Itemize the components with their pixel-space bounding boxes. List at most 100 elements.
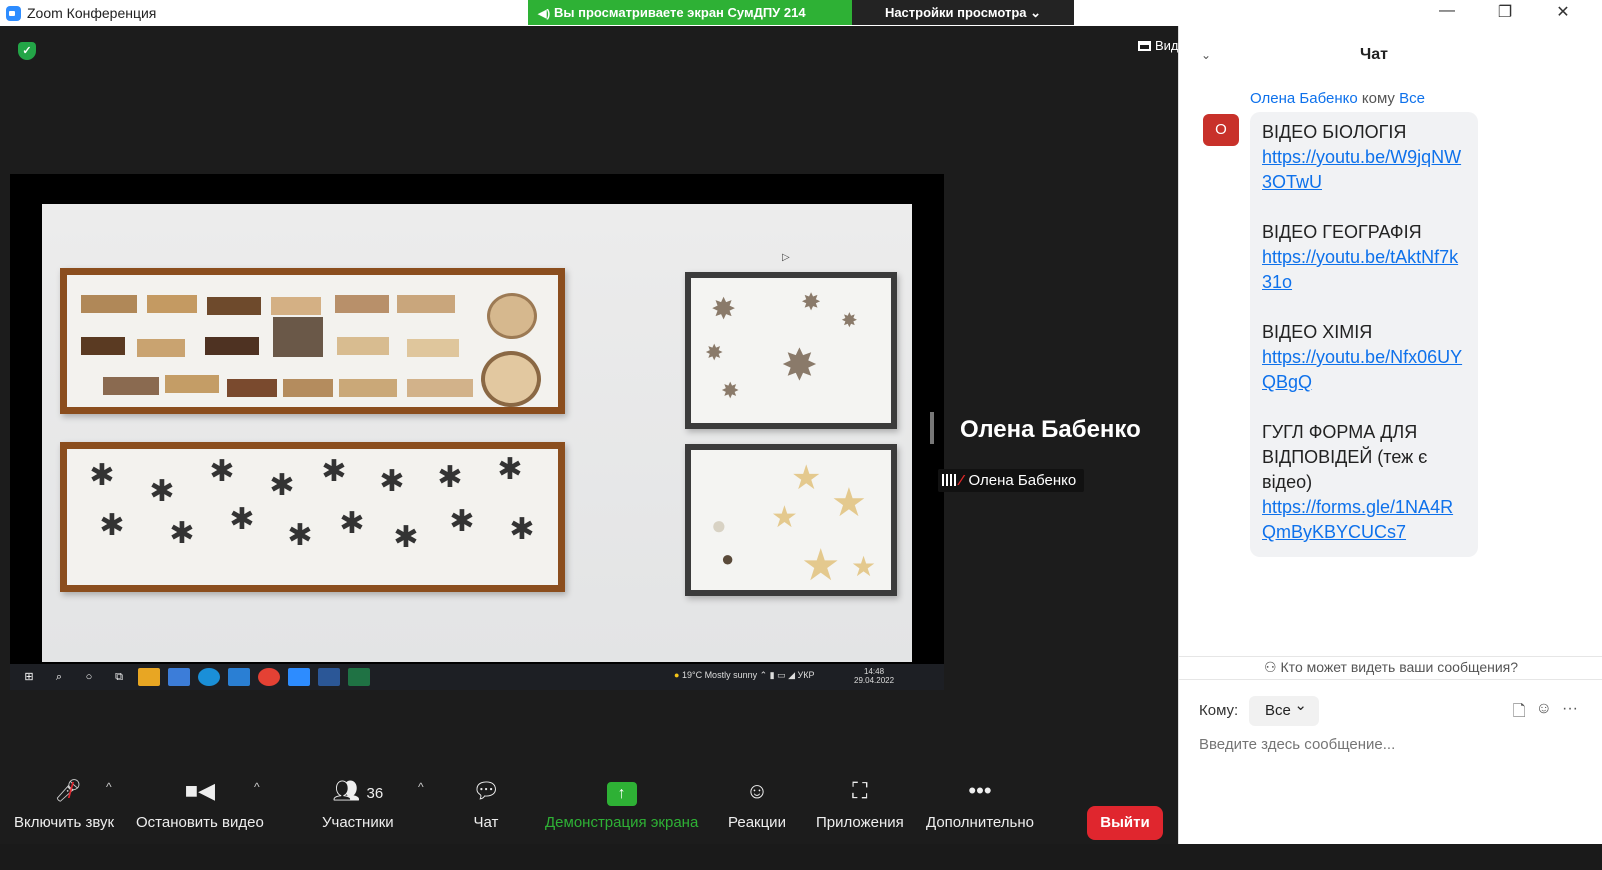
mouse-cursor-icon: ▷ xyxy=(782,252,790,263)
shared-photo-display-cases: ✱ ✱ ✱ ✱ ✱ ✱ ✱ ✱ ✱ ✱ ✱ ✱ ✱ ✱ ✱ ✱ ✸ ✸ ✸ ✸ … xyxy=(42,204,912,662)
signal-strength-icon xyxy=(942,474,956,486)
message-input[interactable] xyxy=(1199,736,1579,753)
leave-button[interactable]: Выйти xyxy=(1087,806,1163,840)
message-text: ВІДЕО ГЕОГРАФІЯ xyxy=(1262,222,1422,242)
zoom-logo-icon xyxy=(6,6,21,21)
avatar: О xyxy=(1203,114,1239,146)
taskbar-cortana-icon: ○ xyxy=(85,671,93,683)
message-to-word: кому xyxy=(1361,90,1395,107)
message-text: ГУГЛ ФОРМА ДЛЯ ВІДПОВІДЕЙ (теж є відео) xyxy=(1262,422,1428,492)
windows-start-icon: ⊞ xyxy=(24,671,34,683)
message-link[interactable]: https://youtu.be/W9jqNW3OTwU xyxy=(1262,145,1466,195)
more-options-icon[interactable]: ··· xyxy=(1562,700,1578,727)
unmute-label: Включить звук xyxy=(14,814,115,831)
audio-options-chevron-icon[interactable]: ^ xyxy=(106,780,112,794)
message-header: Олена Бабенко кому Все xyxy=(1250,90,1425,107)
participants-button[interactable]: 👥︎ 36 Участники xyxy=(322,776,394,831)
window-controls: — ❐ ✕ xyxy=(1418,0,1592,26)
video-options-chevron-icon[interactable]: ^ xyxy=(254,780,260,794)
taskbar-weather: ● 19°C Mostly sunny ⌃ ▮ ▭ ◢ УКР xyxy=(674,670,815,681)
grid-view-icon xyxy=(1138,41,1151,51)
stop-video-button[interactable]: ■◀ Остановить видео xyxy=(136,776,264,831)
taskbar-taskview-icon: ⧉ xyxy=(115,671,123,683)
taskbar-chrome-icon xyxy=(258,668,280,686)
security-shield-icon[interactable]: ✓ xyxy=(18,42,36,60)
meeting-stage: ✓ Вид ✱ ✱ ✱ ✱ ✱ ✱ ✱ ✱ ✱ ✱ ✱ ✱ ✱ ✱ ✱ ✱ ✸ … xyxy=(0,26,1202,844)
message-bubble: ВІДЕО БІОЛОГІЯ https://youtu.be/W9jqNW3OT… xyxy=(1250,112,1478,557)
clock-date: 29.04.2022 xyxy=(854,676,895,685)
chat-label: Чат xyxy=(473,814,499,831)
share-banner-text: Вы просматриваете экран СумДПУ 214 xyxy=(554,5,806,20)
view-button-label: Вид xyxy=(1155,38,1179,53)
participant-name: Олена Бабенко xyxy=(968,472,1077,489)
active-speaker-name: Олена Бабенко xyxy=(960,416,1141,443)
minimize-button[interactable]: — xyxy=(1418,0,1476,26)
message-link[interactable]: https://youtu.be/Nfx06UYQBgQ xyxy=(1262,345,1466,395)
meeting-toolbar: 🎤︎/ Включить звук ^ ■◀ Остановить видео … xyxy=(0,766,1176,870)
message-link[interactable]: https://forms.gle/1NA4RQmByKBYCUCs7 xyxy=(1262,495,1466,545)
taskbar-excel-icon xyxy=(348,668,370,686)
chat-button[interactable]: 💬︎ Чат xyxy=(472,776,500,831)
view-button[interactable]: Вид xyxy=(1138,38,1179,53)
shared-screen: ✱ ✱ ✱ ✱ ✱ ✱ ✱ ✱ ✱ ✱ ✱ ✱ ✱ ✱ ✱ ✱ ✸ ✸ ✸ ✸ … xyxy=(10,174,944,690)
message-recipient[interactable]: Все xyxy=(1399,90,1425,107)
share-screen-label: Демонстрация экрана xyxy=(545,814,699,831)
taskbar-search-icon: ⌕ xyxy=(55,671,63,683)
close-button[interactable]: ✕ xyxy=(1534,0,1592,26)
clock-time: 14:48 xyxy=(864,667,885,676)
apps-button[interactable]: ⛶ Приложения xyxy=(816,776,904,831)
message-text: ВІДЕО ХІМІЯ xyxy=(1262,322,1373,342)
message-block: ГУГЛ ФОРМА ДЛЯ ВІДПОВІДЕЙ (теж є відео) h… xyxy=(1262,420,1466,545)
message-block: ВІДЕО БІОЛОГІЯ https://youtu.be/W9jqNW3OT… xyxy=(1262,120,1466,195)
participant-name-tag: ⁄ Олена Бабенко xyxy=(938,469,1085,492)
taskbar-mail-icon xyxy=(228,668,250,686)
taskbar-zoom-icon xyxy=(288,668,310,686)
starfish-specimens-case: ★ ★ ★ ★ ★ ● ● xyxy=(685,444,897,596)
chat-panel: ⌄ Чат Олена Бабенко кому Все О ВІДЕО БІО… xyxy=(1178,26,1602,844)
message-text: ВІДЕО БІОЛОГІЯ xyxy=(1262,122,1407,142)
more-label: Дополнительно xyxy=(926,814,1034,831)
file-icon[interactable]: 🗋 xyxy=(1513,700,1526,727)
more-button[interactable]: ••• Дополнительно xyxy=(926,776,1034,831)
emoji-icon[interactable]: ☺ xyxy=(1536,700,1552,727)
panel-resize-handle[interactable] xyxy=(930,412,934,444)
message-block: ВІДЕО ХІМІЯ https://youtu.be/Nfx06UYQBgQ xyxy=(1262,320,1466,395)
recipient-select-value: Все xyxy=(1265,702,1291,719)
video-camera-icon: ■◀ xyxy=(184,778,216,803)
participants-count: 36 xyxy=(366,785,384,802)
to-label: Кому: xyxy=(1199,702,1239,719)
share-screen-button[interactable]: ↑ Демонстрация экрана xyxy=(545,776,698,831)
recipient-select[interactable]: Все xyxy=(1249,696,1319,726)
weather-sun-icon: ● xyxy=(674,670,680,680)
shared-windows-taskbar: ⊞ ⌕ ○ ⧉ ● 19°C Mostly sunny ⌃ ▮ ▭ ◢ УКР … xyxy=(10,664,944,690)
taskbar-explorer-icon xyxy=(138,668,160,686)
unmute-button[interactable]: 🎤︎/ Включить звук xyxy=(14,776,114,831)
reactions-button[interactable]: ☺ Реакции xyxy=(728,776,786,831)
person-lock-icon: ⚇ xyxy=(1263,659,1277,675)
spider-specimens-case: ✱ ✱ ✱ ✱ ✱ ✱ ✱ ✱ ✱ ✱ ✱ ✱ ✱ ✱ ✱ ✱ xyxy=(60,442,565,592)
chat-bubble-icon: 💬︎ xyxy=(472,778,500,803)
who-can-see-link[interactable]: ⚇ Кто может видеть ваши сообщения? xyxy=(1179,656,1602,680)
message-link[interactable]: https://youtu.be/tAktNf7k31o xyxy=(1262,245,1466,295)
reactions-smiley-icon: ☺ xyxy=(745,778,769,803)
participants-chevron-icon[interactable]: ^ xyxy=(418,780,424,794)
participants-label: Участники xyxy=(322,814,394,831)
speaker-icon: ◀) xyxy=(538,8,551,20)
reactions-label: Реакции xyxy=(728,814,786,831)
message-block: ВІДЕО ГЕОГРАФІЯ https://youtu.be/tAktNf7k… xyxy=(1262,220,1466,295)
tray-icons: ⌃ ▮ ▭ ◢ УКР xyxy=(759,670,815,680)
taskbar-app-icon xyxy=(318,668,340,686)
screen-share-banner: ◀) Вы просматриваете экран СумДПУ 214 xyxy=(528,0,852,25)
message-sender[interactable]: Олена Бабенко xyxy=(1250,90,1358,107)
restore-button[interactable]: ❐ xyxy=(1476,0,1534,26)
share-screen-icon: ↑ xyxy=(545,776,698,806)
view-options-button[interactable]: Настройки просмотра ⌄ xyxy=(852,0,1074,25)
window-title: Zoom Конференция xyxy=(27,5,157,21)
weather-text: 19°C Mostly sunny xyxy=(681,670,758,680)
apps-icon: ⛶ xyxy=(852,778,868,803)
stop-video-label: Остановить видео xyxy=(136,814,264,831)
chat-tools: 🗋 ☺ ··· xyxy=(1503,700,1578,727)
taskbar-edge-icon xyxy=(198,668,220,686)
muted-microphone-icon: 🎤︎/ xyxy=(53,778,82,803)
chat-title: Чат xyxy=(1360,46,1388,63)
